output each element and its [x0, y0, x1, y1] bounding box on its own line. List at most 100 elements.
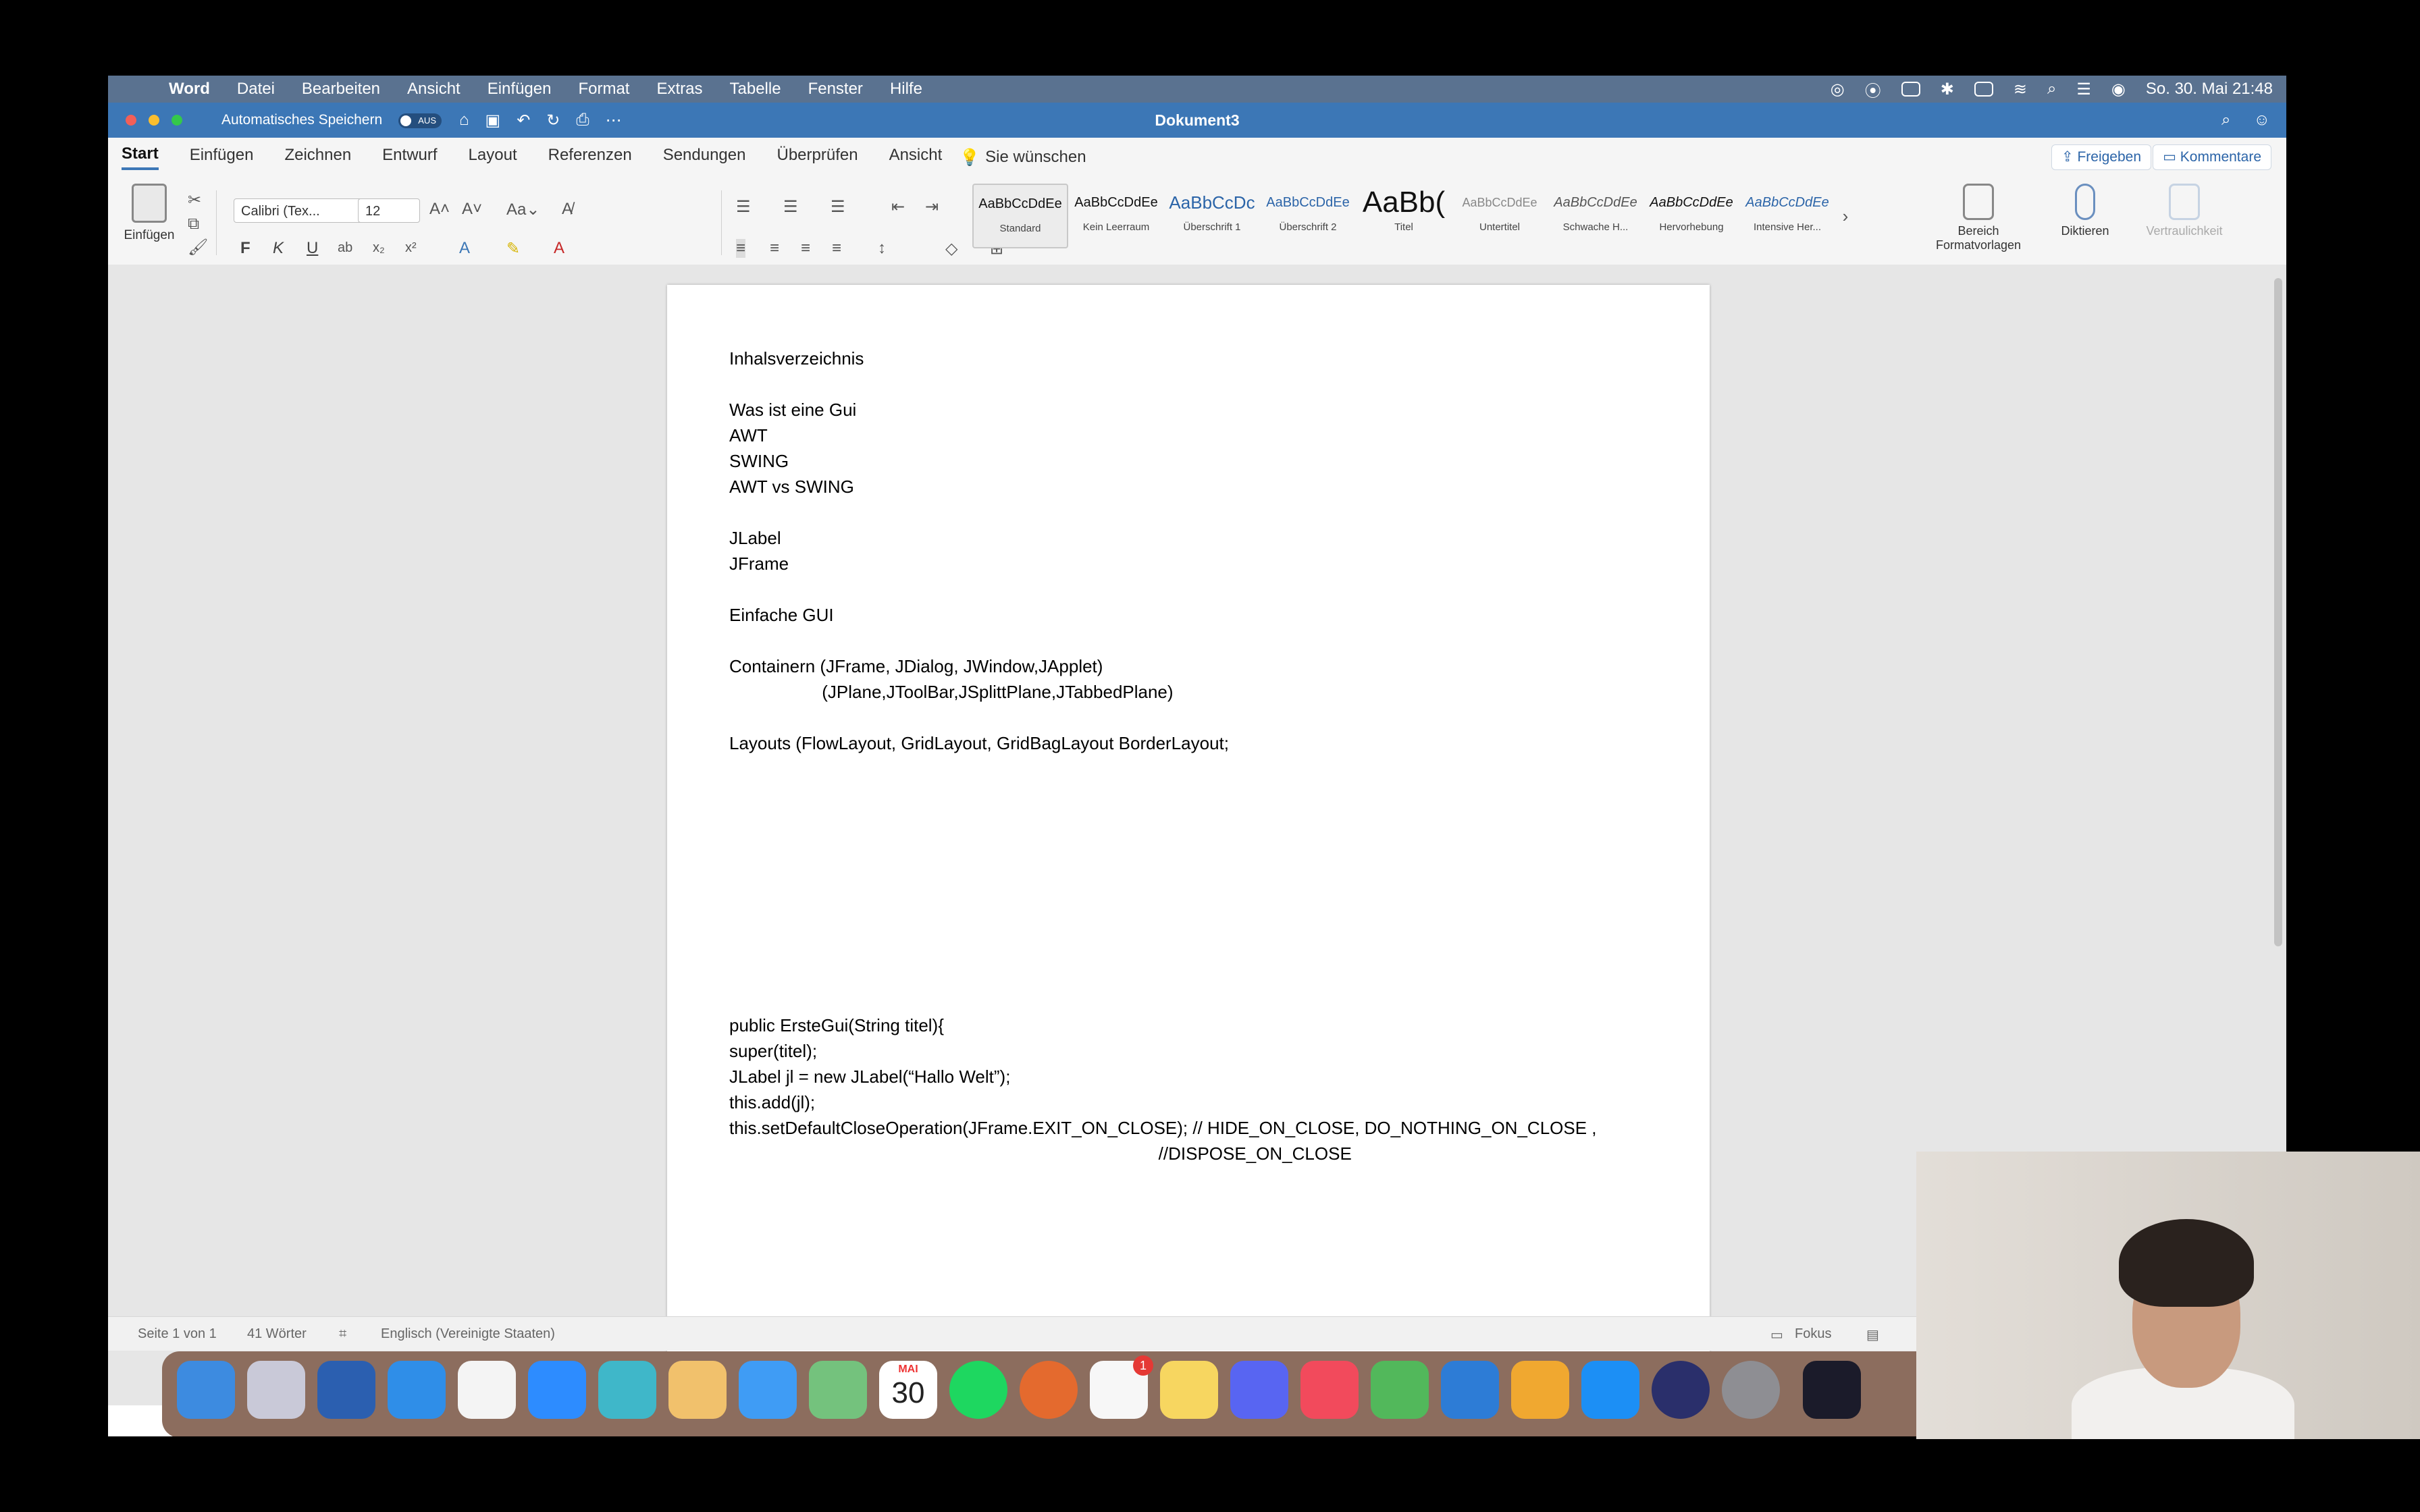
- dictate-button[interactable]: Diktieren: [2051, 184, 2119, 238]
- clear-format-icon[interactable]: A̸: [562, 200, 573, 219]
- document-line[interactable]: [729, 833, 1597, 859]
- document-line[interactable]: [729, 576, 1597, 602]
- document-line[interactable]: SWING: [729, 448, 1597, 474]
- menu-app-word[interactable]: Word: [169, 80, 210, 99]
- zoom-icon[interactable]: [528, 1361, 586, 1419]
- document-line[interactable]: [729, 500, 1597, 525]
- document-line[interactable]: this.setDefaultCloseOperation(JFrame.EXI…: [729, 1115, 1597, 1141]
- menu-tabelle[interactable]: Tabelle: [730, 80, 781, 99]
- tab-zeichnen[interactable]: Zeichnen: [284, 146, 351, 169]
- style-ueberschrift-1[interactable]: AaBbCcDc Überschrift 1: [1164, 184, 1260, 248]
- decrease-indent-icon[interactable]: ⇤: [891, 197, 905, 217]
- highlight-icon[interactable]: ✎: [506, 239, 520, 259]
- format-painter-icon[interactable]: 🖌: [188, 238, 208, 257]
- strikethrough-icon[interactable]: ab: [338, 240, 352, 256]
- menu-datei[interactable]: Datei: [237, 80, 275, 99]
- comments-button[interactable]: ▭ Kommentare: [2153, 144, 2271, 170]
- menu-bearbeiten[interactable]: Bearbeiten: [302, 80, 380, 99]
- focus-mode[interactable]: Fokus: [1795, 1326, 1831, 1342]
- share-button[interactable]: ⇪ Freigeben: [2051, 144, 2151, 170]
- text-effects-icon[interactable]: A: [459, 239, 470, 258]
- safari-icon[interactable]: [388, 1361, 446, 1419]
- mail-icon[interactable]: [739, 1361, 797, 1419]
- justify-icon[interactable]: ≡: [832, 239, 841, 258]
- proofing-icon[interactable]: ⌗: [339, 1326, 346, 1342]
- print-layout-icon[interactable]: ▤: [1866, 1326, 1879, 1343]
- style-kein-leerraum[interactable]: AaBbCcDdEe Kein Leerraum: [1068, 184, 1164, 248]
- style-hervorhebung[interactable]: AaBbCcDdEe Hervorhebung: [1643, 184, 1739, 248]
- style-untertitel[interactable]: AaBbCcDdEe Untertitel: [1452, 184, 1548, 248]
- shrink-font-icon[interactable]: A˅: [462, 200, 482, 219]
- document-line[interactable]: [729, 705, 1597, 730]
- sensitivity-button[interactable]: Vertraulichkeit: [2134, 184, 2235, 238]
- notes-icon[interactable]: [1160, 1361, 1218, 1419]
- menubar-clock[interactable]: So. 30. Mai 21:48: [2146, 80, 2273, 99]
- bold-button[interactable]: F: [240, 239, 251, 258]
- tab-ansicht[interactable]: Ansicht: [889, 146, 943, 169]
- style-ueberschrift-2[interactable]: AaBbCcDdEe Überschrift 2: [1260, 184, 1356, 248]
- calendar-icon[interactable]: MAI 30: [879, 1361, 937, 1419]
- increase-indent-icon[interactable]: ⇥: [925, 197, 939, 217]
- superscript-icon[interactable]: x²: [405, 240, 417, 256]
- grow-font-icon[interactable]: A˄: [429, 200, 450, 219]
- align-center-icon[interactable]: ≡: [770, 239, 779, 258]
- obs-icon[interactable]: [1803, 1361, 1861, 1419]
- menu-ansicht[interactable]: Ansicht: [407, 80, 461, 99]
- line-spacing-icon[interactable]: ↕: [878, 239, 886, 258]
- change-case-icon[interactable]: Aa⌄: [506, 200, 540, 219]
- spotlight-icon[interactable]: ⌕: [2047, 80, 2056, 99]
- document-line[interactable]: [729, 628, 1597, 653]
- document-line[interactable]: public ErsteGui(String titel){: [729, 1013, 1597, 1038]
- tab-referenzen[interactable]: Referenzen: [548, 146, 632, 169]
- align-left-icon[interactable]: ≡: [736, 239, 746, 258]
- wifi-icon[interactable]: ≋: [2014, 80, 2027, 99]
- document-line[interactable]: [729, 371, 1597, 397]
- keynote-icon[interactable]: [1441, 1361, 1499, 1419]
- italic-button[interactable]: K: [273, 239, 284, 258]
- control-center-icon[interactable]: ☰: [2076, 80, 2091, 99]
- font-color-icon[interactable]: A: [554, 239, 564, 258]
- battery-icon[interactable]: [1974, 82, 1993, 97]
- document-line[interactable]: [729, 884, 1597, 910]
- menu-einfuegen[interactable]: Einfügen: [488, 80, 552, 99]
- tab-entwurf[interactable]: Entwurf: [382, 146, 437, 169]
- document-line[interactable]: [729, 936, 1597, 961]
- numbering-icon[interactable]: ☰: [783, 197, 798, 217]
- multilevel-list-icon[interactable]: ☰: [831, 197, 845, 217]
- cut-icon[interactable]: ✂: [188, 190, 201, 210]
- document-body[interactable]: Inhalsverzeichnis Was ist eine Gui AWT SWIN…: [729, 346, 1597, 1166]
- search-icon[interactable]: ⌕: [2221, 111, 2230, 130]
- app-store-icon[interactable]: [1581, 1361, 1639, 1419]
- photos-icon[interactable]: [668, 1361, 727, 1419]
- maps-icon[interactable]: [809, 1361, 867, 1419]
- spotify-icon[interactable]: [949, 1361, 1007, 1419]
- tab-sendungen[interactable]: Sendungen: [663, 146, 746, 169]
- chrome-icon[interactable]: [1020, 1361, 1078, 1419]
- document-line[interactable]: super(titel);: [729, 1038, 1597, 1064]
- launchpad-icon[interactable]: [247, 1361, 305, 1419]
- document-line[interactable]: [729, 807, 1597, 833]
- document-line[interactable]: [729, 782, 1597, 807]
- document-line[interactable]: JLabel: [729, 525, 1597, 551]
- style-titel[interactable]: AaBb(Titel: [1356, 184, 1452, 248]
- style-intensive-hervorhebung[interactable]: AaBbCcDdEe Intensive Her...: [1739, 184, 1835, 248]
- finder-icon[interactable]: [177, 1361, 235, 1419]
- subscript-icon[interactable]: x₂: [373, 240, 385, 256]
- style-standard[interactable]: AaBbCcDdEe Standard: [972, 184, 1068, 248]
- browser-icon[interactable]: [598, 1361, 656, 1419]
- document-line[interactable]: Einfache GUI: [729, 602, 1597, 628]
- vertical-scrollbar[interactable]: [2274, 278, 2282, 946]
- siri-icon[interactable]: ◉: [2111, 80, 2126, 99]
- smiley-feedback-icon[interactable]: ☺: [2253, 111, 2270, 130]
- tab-start[interactable]: Start: [122, 144, 159, 170]
- shading-icon[interactable]: ◇: [945, 239, 957, 259]
- music-icon[interactable]: [1300, 1361, 1359, 1419]
- document-line[interactable]: [729, 961, 1597, 987]
- apple-menu-icon[interactable]: [135, 80, 153, 98]
- font-name-select[interactable]: Calibri (Tex...: [234, 198, 369, 223]
- align-right-icon[interactable]: ≡: [801, 239, 810, 258]
- discord-icon[interactable]: [1230, 1361, 1288, 1419]
- document-line[interactable]: [729, 859, 1597, 884]
- numbers-icon[interactable]: [1371, 1361, 1429, 1419]
- focus-icon[interactable]: ▭: [1770, 1326, 1783, 1343]
